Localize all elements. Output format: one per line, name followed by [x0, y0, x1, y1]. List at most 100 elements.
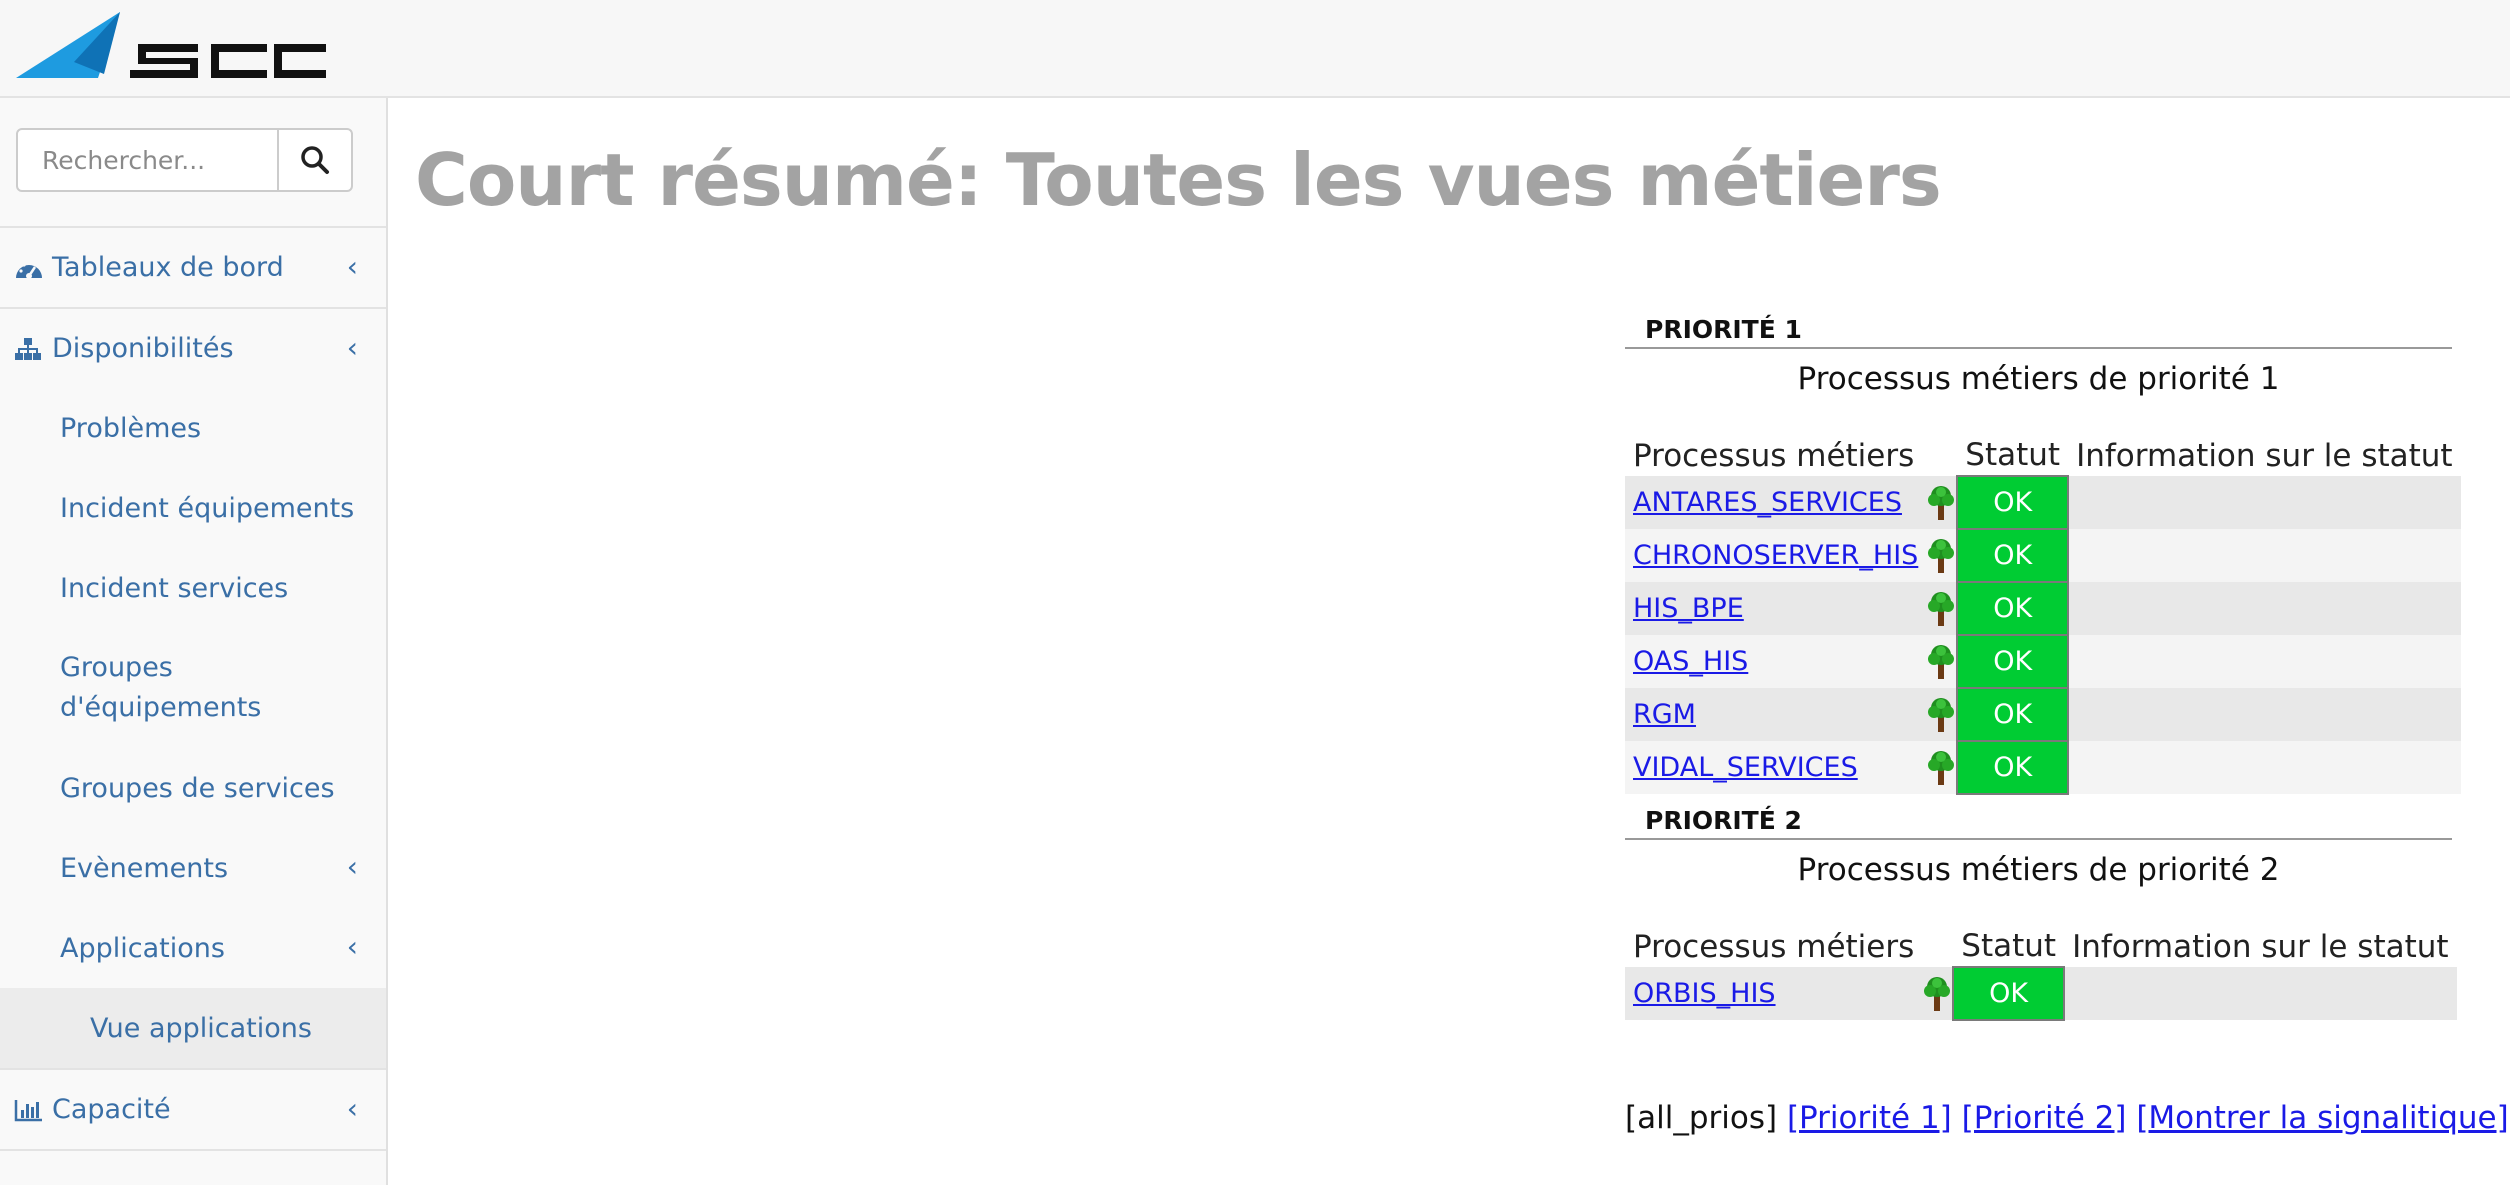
sidebar-item-label: Vue applications [90, 1012, 312, 1044]
process-link[interactable]: HIS_BPE [1633, 593, 1744, 624]
column-header-process: Processus métiers [1633, 437, 1915, 474]
chevron-left-icon: ‹ [346, 930, 358, 963]
table-header-row: Processus métiers Statut Information sur… [1625, 435, 2461, 476]
top-header [0, 0, 2510, 98]
sidebar-item-label: Evènements [60, 852, 229, 884]
sidebar-item-label: Applications [60, 932, 225, 964]
status-info-cell [2068, 582, 2461, 635]
sidebar-item-label: Tableaux de bord [52, 252, 284, 283]
process-name-cell: OAS_HIS [1625, 635, 1927, 688]
status-badge: OK [1952, 966, 2066, 1021]
column-header-spacer [1926, 435, 1957, 476]
sidebar-item-disponibilites[interactable]: Disponibilités ‹ [0, 307, 386, 388]
process-name-cell: CHRONOSERVER_HIS [1625, 529, 1927, 582]
process-link[interactable]: ORBIS_HIS [1633, 978, 1776, 1009]
sidebar-item-tableaux-de-bord[interactable]: Tableaux de bord ‹ [0, 226, 386, 307]
sidebar-item-groupes-services[interactable]: Groupes de services [0, 748, 386, 828]
priority-section-1: PRIORITÉ 1 Processus métiers de priorité… [1625, 313, 2461, 795]
tree-icon[interactable] [1926, 591, 1956, 626]
sidebar-item-next-section[interactable] [0, 1149, 386, 1185]
sidebar-item-capacite[interactable]: Capacité ‹ [0, 1068, 386, 1149]
sidebar-item-groupes-equipements[interactable]: Groupes d'équipements [0, 628, 386, 748]
sidebar-item-applications[interactable]: Applications ‹ [0, 908, 386, 988]
page-title: Court résumé: Toutes les vues métiers [415, 138, 1942, 222]
table-header-row: Processus métiers Statut Information sur… [1625, 926, 2457, 967]
priority-caption: Processus métiers de priorité 1 [1797, 361, 2280, 397]
table-row: OAS_HIS OK [1625, 634, 2461, 689]
link-priorite-1[interactable]: [Priorité 1] [1787, 1100, 1952, 1136]
company-logo[interactable] [16, 12, 326, 84]
tree-view-cell [1922, 967, 1954, 1020]
priority-filter-links: [all_prios] [Priorité 1] [Priorité 2] [M… [1625, 1100, 2509, 1136]
sidebar-item-label: Disponibilités [52, 333, 234, 364]
process-link[interactable]: ANTARES_SERVICES [1633, 487, 1902, 518]
tree-icon[interactable] [1926, 538, 1956, 573]
tree-icon[interactable] [1922, 976, 1952, 1011]
process-link[interactable]: VIDAL_SERVICES [1633, 752, 1858, 783]
table-row: VIDAL_SERVICES OK [1625, 740, 2461, 795]
link-montrer-signalitique[interactable]: [Montrer la signalitique] [2136, 1100, 2508, 1136]
business-process-table: Processus métiers Statut Information sur… [1625, 435, 2461, 795]
column-header-status: Statut [1965, 437, 2061, 473]
table-row: HIS_BPE OK [1625, 581, 2461, 636]
tree-icon[interactable] [1926, 750, 1956, 785]
column-header-status: Statut [1961, 928, 2057, 964]
table-body: ANTARES_SERVICES OK CHRONOSERVER_HIS OK HIS_… [1625, 475, 2461, 795]
status-badge: OK [1956, 687, 2070, 742]
chevron-left-icon: ‹ [346, 850, 358, 883]
column-header-spacer [1922, 926, 1953, 967]
scc-logo-icon [16, 12, 326, 78]
tree-icon[interactable] [1926, 644, 1956, 679]
process-link[interactable]: RGM [1633, 699, 1696, 730]
priority-heading: PRIORITÉ 2 [1625, 804, 2452, 840]
tree-view-cell [1926, 688, 1958, 741]
bar-chart-icon [14, 1096, 46, 1124]
process-name-cell: ANTARES_SERVICES [1625, 476, 1927, 529]
status-badge: OK [1956, 581, 2070, 636]
process-link[interactable]: OAS_HIS [1633, 646, 1748, 677]
process-link[interactable]: CHRONOSERVER_HIS [1633, 540, 1918, 571]
sidebar-item-label: Groupes de services [60, 772, 335, 804]
priority-section-2: PRIORITÉ 2 Processus métiers de priorité… [1625, 804, 2457, 1021]
chevron-left-icon: ‹ [346, 249, 358, 283]
table-body: ORBIS_HIS OK [1625, 966, 2457, 1021]
sidebar-nav: Tableaux de bord ‹ Disponibilités ‹ Prob… [0, 226, 386, 1185]
sidebar-item-problemes[interactable]: Problèmes [0, 388, 386, 468]
link-priorite-2[interactable]: [Priorité 2] [1962, 1100, 2127, 1136]
sidebar-item-label: Incident services [60, 572, 289, 604]
chevron-left-icon: ‹ [346, 330, 358, 364]
column-header-info: Information sur le statut [2076, 437, 2453, 474]
status-info-cell [2064, 967, 2457, 1020]
sidebar-item-incident-equipements[interactable]: Incident équipements [0, 468, 386, 548]
tree-icon[interactable] [1926, 485, 1956, 520]
search-box [16, 128, 353, 192]
business-process-table: Processus métiers Statut Information sur… [1625, 926, 2457, 1021]
tree-view-cell [1926, 529, 1958, 582]
process-name-cell: HIS_BPE [1625, 582, 1927, 635]
tree-view-cell [1926, 635, 1958, 688]
search-input[interactable] [18, 130, 277, 190]
tree-view-cell [1926, 476, 1958, 529]
sidebar-item-vue-applications[interactable]: Vue applications [0, 988, 386, 1068]
search-icon [301, 146, 329, 174]
status-info-cell [2068, 741, 2461, 794]
sidebar-item-incident-services[interactable]: Incident services [0, 548, 386, 628]
status-info-cell [2068, 688, 2461, 741]
status-info-cell [2068, 635, 2461, 688]
sidebar-item-label: Capacité [52, 1094, 171, 1125]
chevron-left-icon: ‹ [346, 1091, 358, 1125]
sitemap-icon [14, 335, 46, 363]
tree-icon[interactable] [1926, 697, 1956, 732]
status-info-cell [2068, 529, 2461, 582]
status-badge: OK [1956, 475, 2070, 530]
column-header-info: Information sur le statut [2072, 928, 2449, 965]
sidebar-item-label: Problèmes [60, 412, 202, 444]
status-badge: OK [1956, 528, 2070, 583]
process-name-cell: ORBIS_HIS [1625, 967, 1923, 1020]
search-button[interactable] [277, 130, 351, 190]
process-name-cell: VIDAL_SERVICES [1625, 741, 1927, 794]
status-badge: OK [1956, 740, 2070, 795]
status-info-cell [2068, 476, 2461, 529]
sidebar-item-evenements[interactable]: Evènements ‹ [0, 828, 386, 908]
status-badge: OK [1956, 634, 2070, 689]
